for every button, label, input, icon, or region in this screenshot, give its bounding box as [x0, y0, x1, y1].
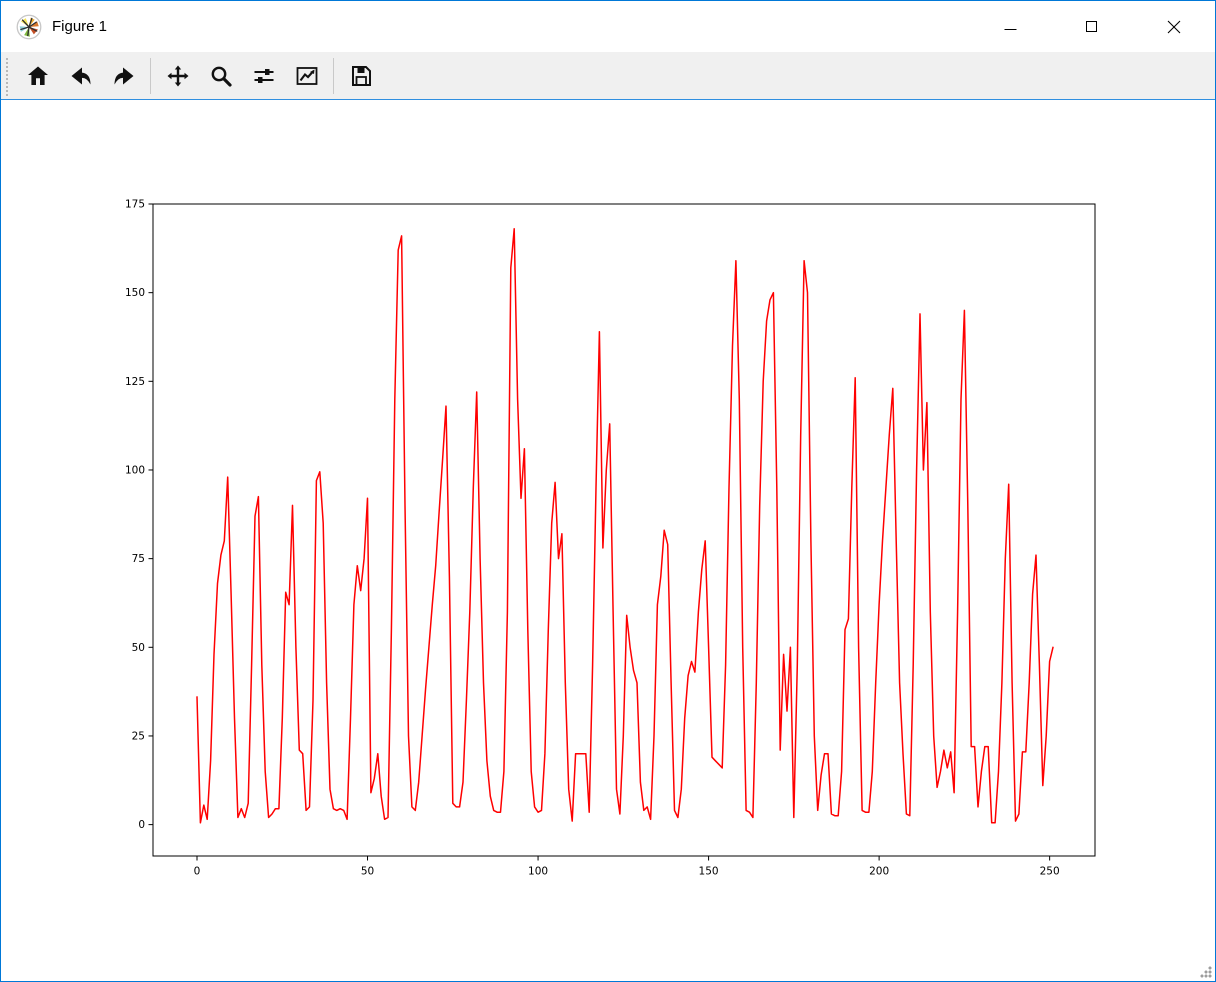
save-button[interactable]: [339, 56, 382, 96]
window-title: Figure 1: [52, 18, 107, 35]
y-tick-label: 175: [125, 199, 145, 211]
y-tick-label: 75: [132, 553, 145, 565]
maximize-button[interactable]: [1068, 1, 1114, 52]
x-tick-label: 100: [528, 866, 548, 878]
close-button[interactable]: [1151, 1, 1197, 52]
magnifier-icon: [209, 64, 233, 88]
close-icon: [1167, 20, 1181, 34]
y-tick-label: 0: [138, 819, 145, 831]
y-tick-label: 25: [132, 730, 145, 742]
back-arrow-icon: [69, 64, 93, 88]
forward-button[interactable]: [102, 56, 145, 96]
x-tick-label: 250: [1040, 866, 1060, 878]
x-tick-label: 150: [699, 866, 719, 878]
y-tick-label: 100: [125, 464, 145, 476]
home-button[interactable]: [16, 56, 59, 96]
pan-button[interactable]: [156, 56, 199, 96]
edit-axis-button[interactable]: [285, 56, 328, 96]
figure-canvas[interactable]: 0 50 100 150 200 250 0 25 50 75 100 125 150 175: [1, 101, 1215, 981]
x-tick-label: 50: [361, 866, 374, 878]
plot-area: 0 50 100 150 200 250 0 25 50 75 100 125 150 175: [1, 101, 1216, 982]
line-chart-icon: [295, 64, 319, 88]
matplotlib-logo-icon: [16, 14, 42, 40]
axes-frame: [153, 204, 1095, 856]
x-tick-label: 0: [194, 866, 201, 878]
resize-grip-icon[interactable]: [1200, 966, 1212, 978]
minimize-button[interactable]: [987, 1, 1033, 52]
toolbar-separator: [333, 58, 334, 94]
toolbar-grip[interactable]: [4, 56, 10, 96]
maximize-icon: [1085, 20, 1098, 33]
zoom-button[interactable]: [199, 56, 242, 96]
titlebar[interactable]: Figure 1: [1, 1, 1215, 52]
pan-move-icon: [166, 64, 190, 88]
toolbar-separator: [150, 58, 151, 94]
figure-window: Figure 1: [0, 0, 1216, 982]
back-button[interactable]: [59, 56, 102, 96]
y-tick-label: 50: [132, 642, 145, 654]
configure-subplots-button[interactable]: [242, 56, 285, 96]
data-line: [197, 229, 1053, 823]
sliders-icon: [252, 64, 276, 88]
y-tick-label: 125: [125, 376, 145, 388]
save-floppy-icon: [349, 64, 373, 88]
forward-arrow-icon: [112, 64, 136, 88]
home-icon: [26, 64, 50, 88]
x-tick-label: 200: [869, 866, 889, 878]
navigation-toolbar: [1, 52, 1215, 100]
minimize-icon: [1004, 20, 1017, 33]
y-tick-label: 150: [125, 287, 145, 299]
